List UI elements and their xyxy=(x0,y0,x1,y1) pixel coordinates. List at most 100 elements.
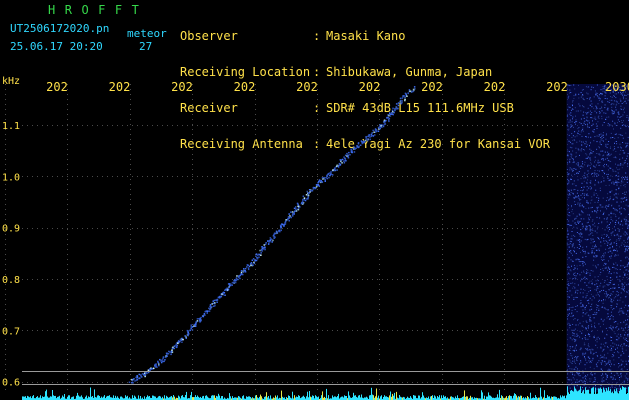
echo-pixel xyxy=(193,325,195,327)
noise-pixel xyxy=(614,255,616,257)
noise-pixel xyxy=(570,192,572,193)
noise-pixel xyxy=(571,143,573,145)
noise-pixel xyxy=(623,177,624,179)
echo-pixel xyxy=(401,97,404,99)
noise-pixel xyxy=(595,249,597,251)
noise-pixel xyxy=(602,349,604,351)
baseline-spike xyxy=(113,395,114,400)
echo-pixel xyxy=(365,139,367,142)
noise-pixel xyxy=(611,314,613,316)
noise-pixel xyxy=(587,170,589,172)
baseline-spike xyxy=(535,395,536,400)
noise-pixel xyxy=(601,360,603,362)
echo-pixel xyxy=(235,277,238,279)
baseline-spike xyxy=(434,395,435,400)
noise-pixel xyxy=(569,161,571,163)
baseline-spike xyxy=(484,395,485,400)
echo-pixel xyxy=(318,179,321,181)
noise-pixel xyxy=(598,323,600,325)
echo-pixel xyxy=(204,314,206,316)
noise-pixel xyxy=(612,246,614,248)
noise-pixel xyxy=(566,172,568,174)
noise-pixel xyxy=(616,244,618,246)
echo-pixel xyxy=(372,135,375,137)
echo-pixel xyxy=(133,378,135,380)
noise-pixel xyxy=(574,201,576,203)
baseline-spike xyxy=(76,395,77,400)
noise-pixel xyxy=(576,385,578,387)
baseline-spike xyxy=(607,390,608,400)
noise-pixel xyxy=(604,364,606,366)
baseline-spike xyxy=(288,395,289,400)
noise-pixel xyxy=(620,182,622,184)
noise-pixel xyxy=(574,357,576,358)
noise-pixel xyxy=(592,120,593,122)
noise-pixel xyxy=(620,146,621,148)
echo-pixel xyxy=(375,130,378,132)
echo-pixel xyxy=(194,323,197,325)
echo-pixel xyxy=(190,325,192,328)
noise-pixel xyxy=(592,241,594,243)
noise-pixel xyxy=(612,318,614,320)
noise-pixel xyxy=(602,260,604,261)
noise-pixel xyxy=(590,187,592,189)
baseline-spike xyxy=(502,396,503,400)
baseline-spike xyxy=(598,388,599,400)
baseline-spike xyxy=(170,396,171,400)
echo-pixel xyxy=(227,288,230,291)
noise-pixel xyxy=(618,294,620,296)
noise-pixel xyxy=(596,339,598,341)
noise-pixel xyxy=(620,108,622,110)
noise-pixel xyxy=(583,186,585,188)
baseline-spike xyxy=(564,395,565,400)
baseline-spike xyxy=(621,389,622,400)
echo-pixel xyxy=(403,95,405,97)
noise-pixel xyxy=(585,143,587,145)
echo-pixel xyxy=(330,172,332,174)
baseline-spike xyxy=(98,395,99,400)
noise-pixel xyxy=(572,108,574,110)
baseline-spike xyxy=(511,396,512,400)
noise-pixel xyxy=(588,172,590,174)
noise-pixel xyxy=(611,337,613,338)
echo-pixel xyxy=(291,211,294,213)
noise-pixel xyxy=(570,112,572,114)
noise-pixel xyxy=(613,110,615,112)
noise-pixel xyxy=(623,271,625,273)
noise-pixel xyxy=(625,132,627,134)
noise-pixel xyxy=(623,289,625,291)
noise-pixel xyxy=(594,377,595,379)
noise-pixel xyxy=(595,244,596,246)
noise-pixel xyxy=(575,296,577,298)
noise-pixel xyxy=(580,261,582,263)
echo-pixel xyxy=(388,120,390,123)
noise-pixel xyxy=(599,112,601,114)
baseline-spike xyxy=(281,390,282,400)
baseline-spike xyxy=(369,395,370,400)
baseline-spike xyxy=(138,395,139,400)
noise-pixel xyxy=(568,283,570,285)
echo-pixel xyxy=(367,139,369,142)
baseline-spike xyxy=(466,396,467,400)
noise-pixel xyxy=(591,112,593,113)
noise-pixel xyxy=(608,153,610,155)
noise-pixel xyxy=(589,272,591,274)
noise-pixel xyxy=(596,286,598,288)
echo-pixel xyxy=(175,343,178,345)
baseline-spike xyxy=(44,396,45,400)
baseline-spike xyxy=(211,395,212,400)
noise-pixel xyxy=(613,377,614,379)
echo-pixel xyxy=(177,342,179,345)
noise-pixel xyxy=(580,92,582,94)
noise-pixel xyxy=(599,338,600,340)
noise-pixel xyxy=(573,161,575,162)
noise-pixel xyxy=(580,194,582,196)
noise-pixel xyxy=(595,351,597,353)
noise-pixel xyxy=(597,116,599,118)
noise-pixel xyxy=(584,307,586,309)
noise-pixel xyxy=(570,224,572,226)
noise-pixel xyxy=(612,327,614,329)
noise-pixel xyxy=(586,201,588,203)
noise-pixel xyxy=(606,342,608,344)
echo-pixel xyxy=(164,359,166,361)
